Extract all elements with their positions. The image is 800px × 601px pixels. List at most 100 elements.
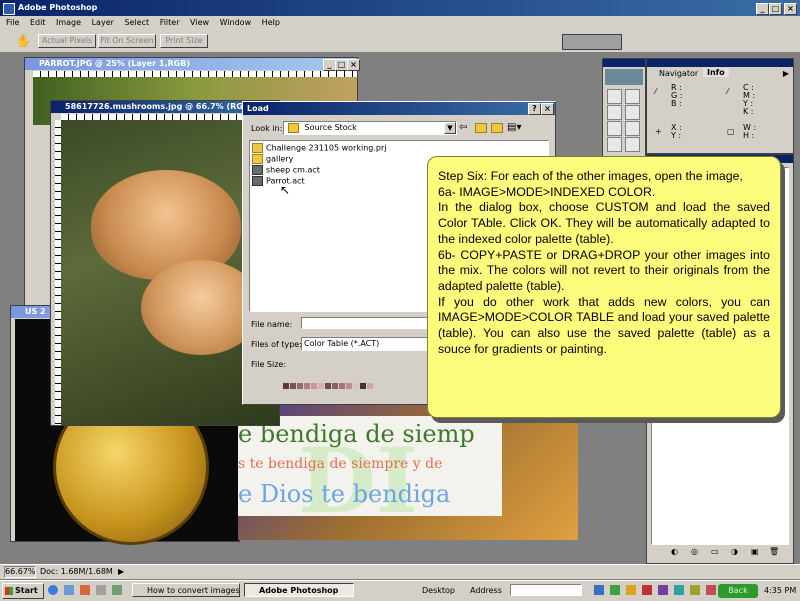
taskbar-item-browser[interactable]: How to convert images i...: [132, 583, 240, 597]
desktop-toolbar-label[interactable]: Desktop: [422, 586, 455, 595]
adjustment-layer-icon[interactable]: ◑: [731, 547, 738, 556]
collage-canvas: DI e bendiga de siemp s te bendiga de si…: [238, 400, 578, 540]
info-k-label: K :: [743, 107, 754, 116]
zoom-field[interactable]: 66.67%: [4, 566, 36, 578]
tab-navigator[interactable]: Navigator: [659, 69, 698, 78]
fit-on-screen-button[interactable]: Fit On Screen: [98, 34, 156, 48]
mask-icon[interactable]: ◎: [691, 547, 698, 556]
menu-edit[interactable]: Edit: [30, 18, 46, 27]
look-in-dropdown[interactable]: Source Stock ▼: [283, 121, 457, 135]
new-folder-icon[interactable]: [491, 123, 503, 133]
file-name: gallery: [266, 154, 294, 164]
tray-icon[interactable]: [642, 585, 652, 595]
actual-pixels-button[interactable]: Actual Pixels: [38, 34, 96, 48]
taskbar-item-photoshop[interactable]: Adobe Photoshop: [244, 583, 354, 597]
file-name-label: File name:: [251, 320, 293, 329]
chevron-down-icon[interactable]: ▼: [444, 122, 456, 134]
folder-icon: [288, 122, 299, 133]
swatch: [353, 383, 359, 389]
marquee-tool-icon[interactable]: [607, 89, 622, 104]
layer-style-icon[interactable]: ◐: [671, 547, 678, 556]
crosshair-icon: +: [655, 127, 662, 136]
swatch: [283, 383, 289, 389]
info-palette: Navigator Info ▶ ⁄ R : G : B : ⁄ C : M :…: [646, 58, 794, 154]
minimize-icon[interactable]: _: [756, 3, 769, 15]
tray-icon[interactable]: [706, 585, 716, 595]
windows-logo-icon: [5, 586, 13, 595]
swatch: [360, 383, 366, 389]
look-in-label: Look in:: [251, 124, 283, 133]
show-desktop-quicklaunch-icon[interactable]: [64, 585, 74, 595]
tray-icon[interactable]: [690, 585, 700, 595]
tray-icon[interactable]: [658, 585, 668, 595]
new-set-icon[interactable]: ▭: [711, 547, 719, 556]
list-item[interactable]: Parrot.act: [252, 176, 305, 186]
lasso-tool-icon[interactable]: [607, 105, 622, 120]
look-in-value: Source Stock: [304, 123, 357, 132]
menu-window[interactable]: Window: [220, 18, 252, 27]
back-button[interactable]: Back: [718, 584, 758, 598]
ie-quicklaunch-icon[interactable]: [48, 585, 58, 595]
load-dialog-title: Load: [247, 104, 269, 113]
healing-brush-tool-icon[interactable]: [607, 137, 622, 152]
move-tool-icon[interactable]: [625, 89, 640, 104]
start-button[interactable]: Start: [2, 583, 44, 599]
list-item[interactable]: Challenge 231105 working.prj: [252, 143, 386, 153]
new-layer-icon[interactable]: ▣: [751, 547, 759, 556]
swatch: [304, 383, 310, 389]
magic-wand-tool-icon[interactable]: [625, 105, 640, 120]
status-menu-icon[interactable]: ▶: [118, 567, 124, 576]
menu-image[interactable]: Image: [56, 18, 81, 27]
crop-tool-icon[interactable]: [607, 121, 622, 136]
up-folder-icon[interactable]: [475, 123, 487, 133]
back-arrow-icon[interactable]: ⇦: [459, 122, 467, 133]
tray-icon[interactable]: [594, 585, 604, 595]
doc-size-text: Doc: 1.68M/1.68M: [40, 567, 113, 576]
menu-select[interactable]: Select: [124, 18, 149, 27]
media-quicklaunch-icon[interactable]: [80, 585, 90, 595]
folder-icon: [252, 154, 263, 164]
mushrooms-doc-title: 58617726.mushrooms.jpg @ 66.7% (RGB): [65, 102, 253, 111]
file-name: sheep cm.act: [266, 165, 320, 175]
maximize-icon[interactable]: □: [769, 3, 782, 15]
adobe-logo-icon: [605, 69, 643, 85]
trash-icon[interactable]: 🗑: [769, 547, 779, 556]
quicklaunch-icon[interactable]: [112, 585, 122, 595]
menu-view[interactable]: View: [190, 18, 209, 27]
close-icon[interactable]: ×: [784, 3, 797, 15]
tab-info[interactable]: Info: [703, 68, 729, 77]
hand-tool-icon: ✋: [16, 34, 31, 48]
menu-filter[interactable]: Filter: [160, 18, 180, 27]
brush-tool-icon[interactable]: [625, 137, 640, 152]
menu-file[interactable]: File: [6, 18, 19, 27]
palette-well: [562, 34, 622, 50]
palette-menu-icon[interactable]: ▶: [783, 69, 789, 78]
parrot-doc-titlebar: PARROT.JPG @ 25% (Layer 1,RGB) _ □ ×: [25, 58, 360, 71]
print-size-button[interactable]: Print Size: [160, 34, 208, 48]
menu-help[interactable]: Help: [262, 18, 280, 27]
tray-icon[interactable]: [626, 585, 636, 595]
start-label: Start: [15, 586, 38, 595]
taskbar-item-label: Adobe Photoshop: [259, 586, 339, 595]
parrot-doc-title: PARROT.JPG @ 25% (Layer 1,RGB): [39, 59, 190, 68]
selection-size-icon: ▢: [727, 127, 735, 136]
view-menu-icon[interactable]: ▤▾: [507, 122, 521, 133]
list-item[interactable]: gallery: [252, 154, 293, 164]
act-file-icon: [252, 176, 263, 186]
tray-icon[interactable]: [610, 585, 620, 595]
slice-tool-icon[interactable]: [625, 121, 640, 136]
close-icon[interactable]: ×: [347, 59, 360, 71]
taskbar-item-label: How to convert images i...: [147, 586, 240, 595]
close-icon[interactable]: ×: [541, 103, 554, 115]
help-icon[interactable]: ?: [528, 103, 541, 115]
layers-footer: ◐ ◎ ▭ ◑ ▣ 🗑: [651, 547, 787, 559]
tray-icon[interactable]: [674, 585, 684, 595]
instruction-callout: Step Six: For each of the other images, …: [427, 156, 781, 418]
desktop: { "app": {"title": "Adobe Photoshop"}, "…: [0, 0, 800, 601]
menu-layer[interactable]: Layer: [92, 18, 114, 27]
quicklaunch-icon[interactable]: [96, 585, 106, 595]
act-file-icon: [252, 165, 263, 175]
instruction-p2: 6a- IMAGE>MODE>INDEXED COLOR.: [438, 184, 656, 199]
address-input[interactable]: [510, 584, 582, 596]
list-item[interactable]: sheep cm.act: [252, 165, 320, 175]
